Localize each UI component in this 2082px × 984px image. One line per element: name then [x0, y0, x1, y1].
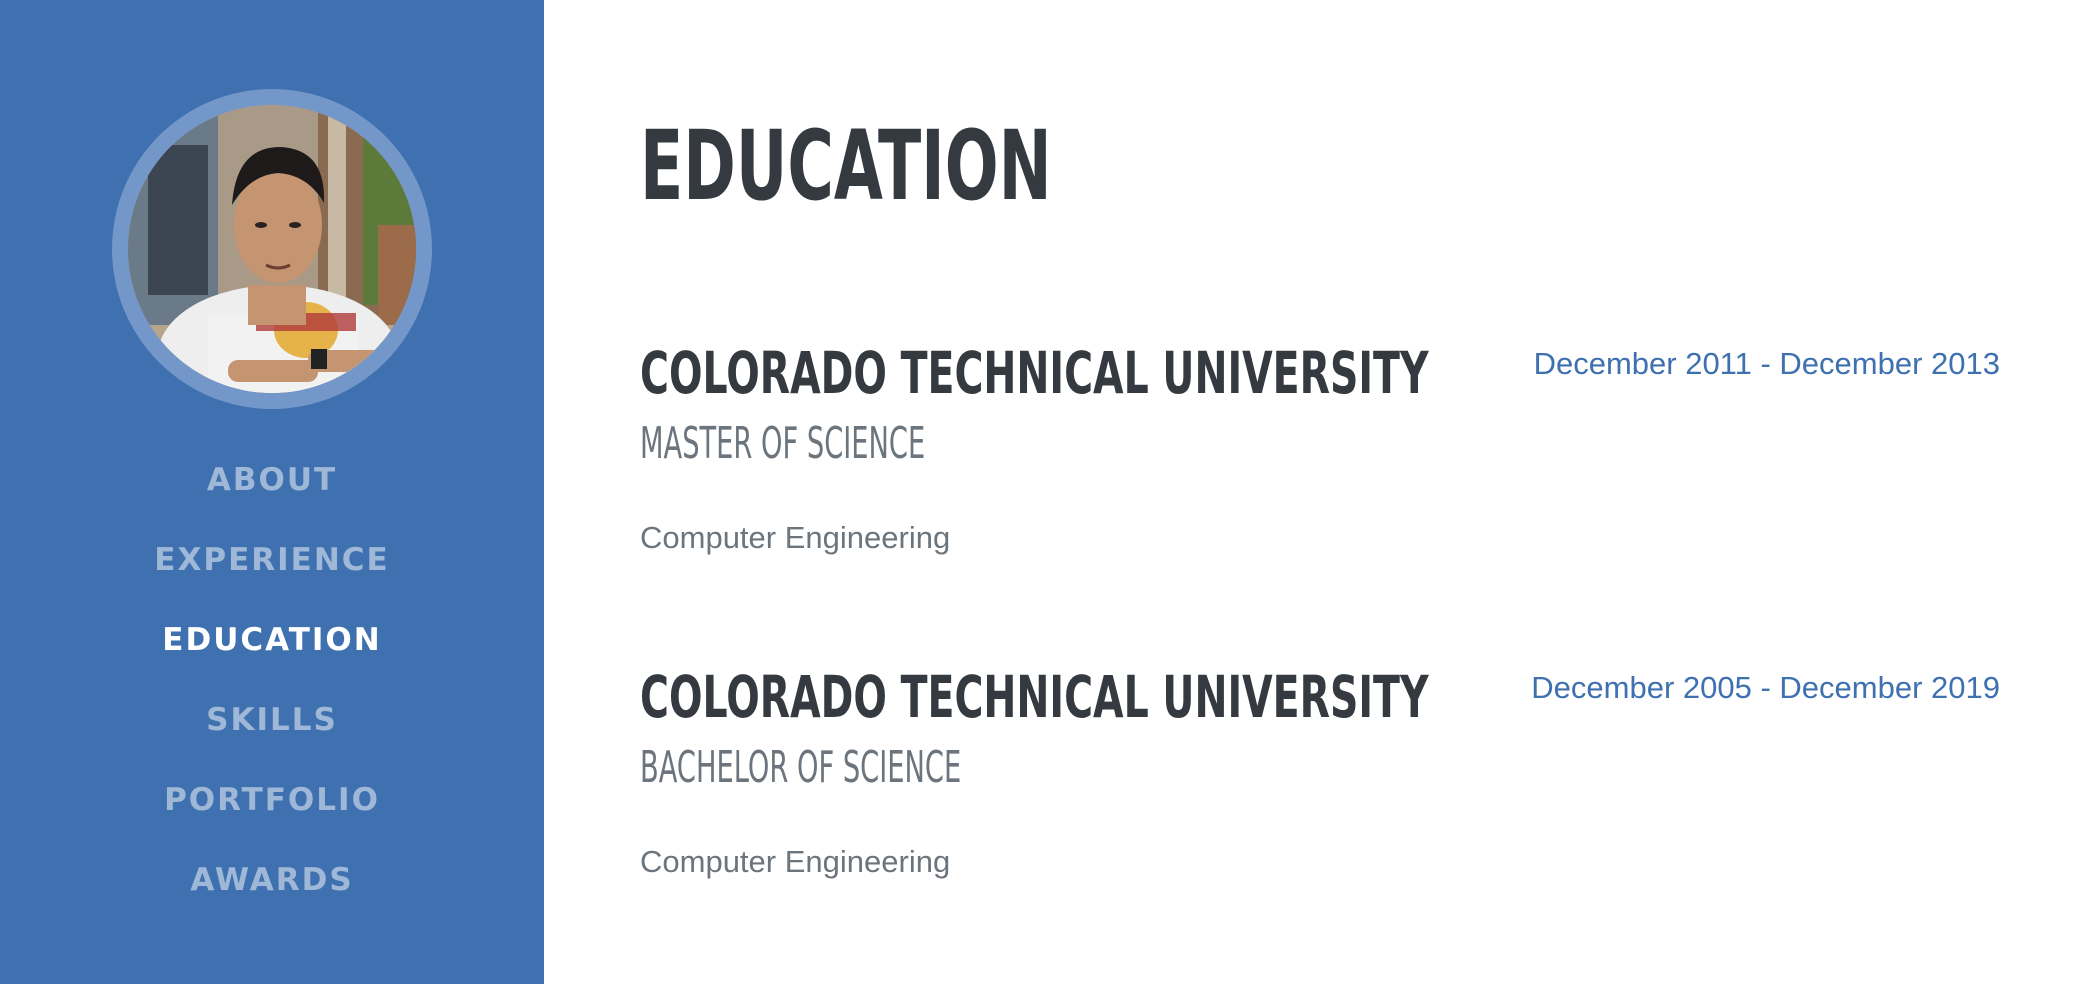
field-of-study: Computer Engineering — [640, 844, 951, 879]
school-name: COLORADO TECHNICAL UNIVERSITY — [640, 663, 1429, 731]
education-entry: COLORADO TECHNICAL UNIVERSITY MASTER OF … — [640, 344, 2000, 624]
date-range: December 2005 - December 2019 — [1531, 670, 2000, 705]
education-entry: COLORADO TECHNICAL UNIVERSITY BACHELOR O… — [640, 668, 2000, 948]
profile-photo — [128, 105, 416, 393]
school-name: COLORADO TECHNICAL UNIVERSITY — [640, 339, 1429, 407]
date-range: December 2011 - December 2013 — [1533, 346, 2000, 381]
page-title: EDUCATION — [640, 110, 1052, 222]
main-content: EDUCATION COLORADO TECHNICAL UNIVERSITY … — [544, 0, 2082, 984]
nav-item-portfolio[interactable]: PORTFOLIO — [0, 760, 544, 840]
degree-name: MASTER OF SCIENCE — [640, 418, 926, 469]
avatar-ring — [112, 89, 432, 409]
sidebar: ABOUT EXPERIENCE EDUCATION SKILLS PORTFO… — [0, 0, 544, 984]
nav-item-education[interactable]: EDUCATION — [0, 600, 544, 680]
sidebar-nav: ABOUT EXPERIENCE EDUCATION SKILLS PORTFO… — [0, 440, 544, 920]
degree-name: BACHELOR OF SCIENCE — [640, 742, 962, 793]
field-of-study: Computer Engineering — [640, 520, 951, 555]
avatar — [128, 105, 416, 393]
nav-item-experience[interactable]: EXPERIENCE — [0, 520, 544, 600]
nav-item-skills[interactable]: SKILLS — [0, 680, 544, 760]
nav-item-awards[interactable]: AWARDS — [0, 840, 544, 920]
nav-item-about[interactable]: ABOUT — [0, 440, 544, 520]
